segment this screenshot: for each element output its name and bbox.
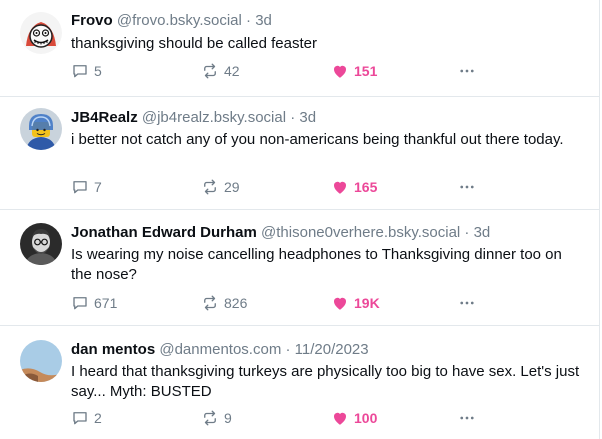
reply-button[interactable]: 7 bbox=[71, 177, 102, 197]
post-actions: 2 9 100 bbox=[71, 408, 491, 428]
repost-icon bbox=[204, 410, 216, 426]
author-name[interactable]: dan mentos bbox=[71, 341, 155, 358]
repost-button[interactable]: 9 bbox=[201, 408, 232, 428]
reply-count: 7 bbox=[94, 179, 102, 195]
author-name[interactable]: Jonathan Edward Durham bbox=[71, 224, 257, 241]
like-button[interactable]: 151 bbox=[331, 61, 377, 81]
post-header: JB4Realz @jb4realz.bsky.social · 3d bbox=[71, 109, 316, 127]
post-text: I heard that thanksgiving turkeys are ph… bbox=[71, 363, 580, 400]
reply-button[interactable]: 5 bbox=[71, 61, 102, 81]
reply-icon bbox=[73, 65, 87, 78]
more-options-button[interactable] bbox=[458, 61, 481, 81]
repost-icon bbox=[204, 63, 216, 79]
avatar-jb4realz-image bbox=[20, 108, 62, 150]
post-timestamp[interactable]: 11/20/2023 bbox=[295, 341, 369, 358]
avatar-dan-mentos-image bbox=[20, 340, 62, 382]
avatar[interactable] bbox=[20, 340, 62, 382]
avatar[interactable] bbox=[20, 223, 62, 265]
repost-button[interactable]: 42 bbox=[201, 61, 240, 81]
separator-dot: · bbox=[290, 109, 296, 126]
post-card[interactable]: Frovo @frovo.bsky.social · 3d thanksgivi… bbox=[0, 0, 600, 97]
reply-count: 2 bbox=[94, 410, 102, 426]
like-count: 151 bbox=[354, 63, 378, 79]
heart-filled-icon bbox=[333, 65, 347, 78]
separator-dot: · bbox=[285, 341, 291, 358]
repost-count: 42 bbox=[224, 63, 240, 79]
ellipsis-icon bbox=[460, 416, 474, 420]
post-card[interactable]: Jonathan Edward Durham @thisone0verhere.… bbox=[0, 210, 600, 326]
ellipsis-icon bbox=[460, 69, 474, 73]
avatar-jonathan-image bbox=[20, 223, 62, 265]
post-text: i better not catch any of you non-americ… bbox=[71, 131, 564, 148]
avatar[interactable] bbox=[20, 12, 62, 54]
post-actions: 5 42 151 bbox=[71, 61, 491, 81]
ellipsis-icon bbox=[460, 301, 474, 305]
repost-icon bbox=[204, 295, 216, 311]
post-header: Frovo @frovo.bsky.social · 3d bbox=[71, 12, 272, 30]
repost-count: 29 bbox=[224, 179, 240, 195]
author-handle[interactable]: @jb4realz.bsky.social bbox=[142, 109, 286, 126]
reply-icon bbox=[73, 412, 87, 425]
post-timestamp[interactable]: 3d bbox=[299, 109, 316, 126]
avatar[interactable] bbox=[20, 108, 62, 150]
heart-filled-icon bbox=[333, 181, 347, 194]
separator-dot: · bbox=[464, 224, 470, 241]
author-name[interactable]: Frovo bbox=[71, 12, 113, 29]
separator-dot: · bbox=[246, 12, 252, 29]
like-count: 165 bbox=[354, 179, 378, 195]
repost-icon bbox=[204, 179, 216, 195]
reply-button[interactable]: 671 bbox=[71, 293, 117, 313]
reply-button[interactable]: 2 bbox=[71, 408, 102, 428]
post-text: Is wearing my noise cancelling headphone… bbox=[71, 246, 562, 283]
repost-button[interactable]: 29 bbox=[201, 177, 240, 197]
more-options-button[interactable] bbox=[458, 177, 481, 197]
reply-icon bbox=[73, 181, 87, 194]
post-header: dan mentos @danmentos.com · 11/20/2023 bbox=[71, 341, 369, 359]
post-feed: Frovo @frovo.bsky.social · 3d thanksgivi… bbox=[0, 0, 602, 439]
like-button[interactable]: 19K bbox=[331, 293, 380, 313]
repost-button[interactable]: 826 bbox=[201, 293, 247, 313]
post-actions: 671 826 19K bbox=[71, 293, 491, 313]
post-timestamp[interactable]: 3d bbox=[474, 224, 491, 241]
heart-filled-icon bbox=[333, 297, 347, 310]
post-text: thanksgiving should be called feaster bbox=[71, 35, 317, 52]
more-options-button[interactable] bbox=[458, 293, 481, 313]
author-name[interactable]: JB4Realz bbox=[71, 109, 138, 126]
post-card[interactable]: dan mentos @danmentos.com · 11/20/2023 I… bbox=[0, 326, 600, 439]
author-handle[interactable]: @thisone0verhere.bsky.social bbox=[261, 224, 460, 241]
repost-count: 9 bbox=[224, 410, 232, 426]
avatar-frovo-image bbox=[20, 12, 62, 54]
author-handle[interactable]: @danmentos.com bbox=[159, 341, 281, 358]
repost-count: 826 bbox=[224, 295, 248, 311]
post-card[interactable]: JB4Realz @jb4realz.bsky.social · 3d i be… bbox=[0, 97, 600, 210]
author-handle[interactable]: @frovo.bsky.social bbox=[117, 12, 242, 29]
reply-count: 671 bbox=[94, 295, 118, 311]
post-header: Jonathan Edward Durham @thisone0verhere.… bbox=[71, 224, 490, 242]
reply-icon bbox=[73, 297, 87, 310]
reply-count: 5 bbox=[94, 63, 102, 79]
ellipsis-icon bbox=[460, 185, 474, 189]
more-options-button[interactable] bbox=[458, 408, 481, 428]
post-timestamp[interactable]: 3d bbox=[255, 12, 272, 29]
post-actions: 7 29 165 bbox=[71, 177, 491, 197]
like-count: 100 bbox=[354, 410, 378, 426]
heart-filled-icon bbox=[333, 412, 347, 425]
like-button[interactable]: 165 bbox=[331, 177, 377, 197]
like-button[interactable]: 100 bbox=[331, 408, 377, 428]
like-count: 19K bbox=[354, 295, 380, 311]
